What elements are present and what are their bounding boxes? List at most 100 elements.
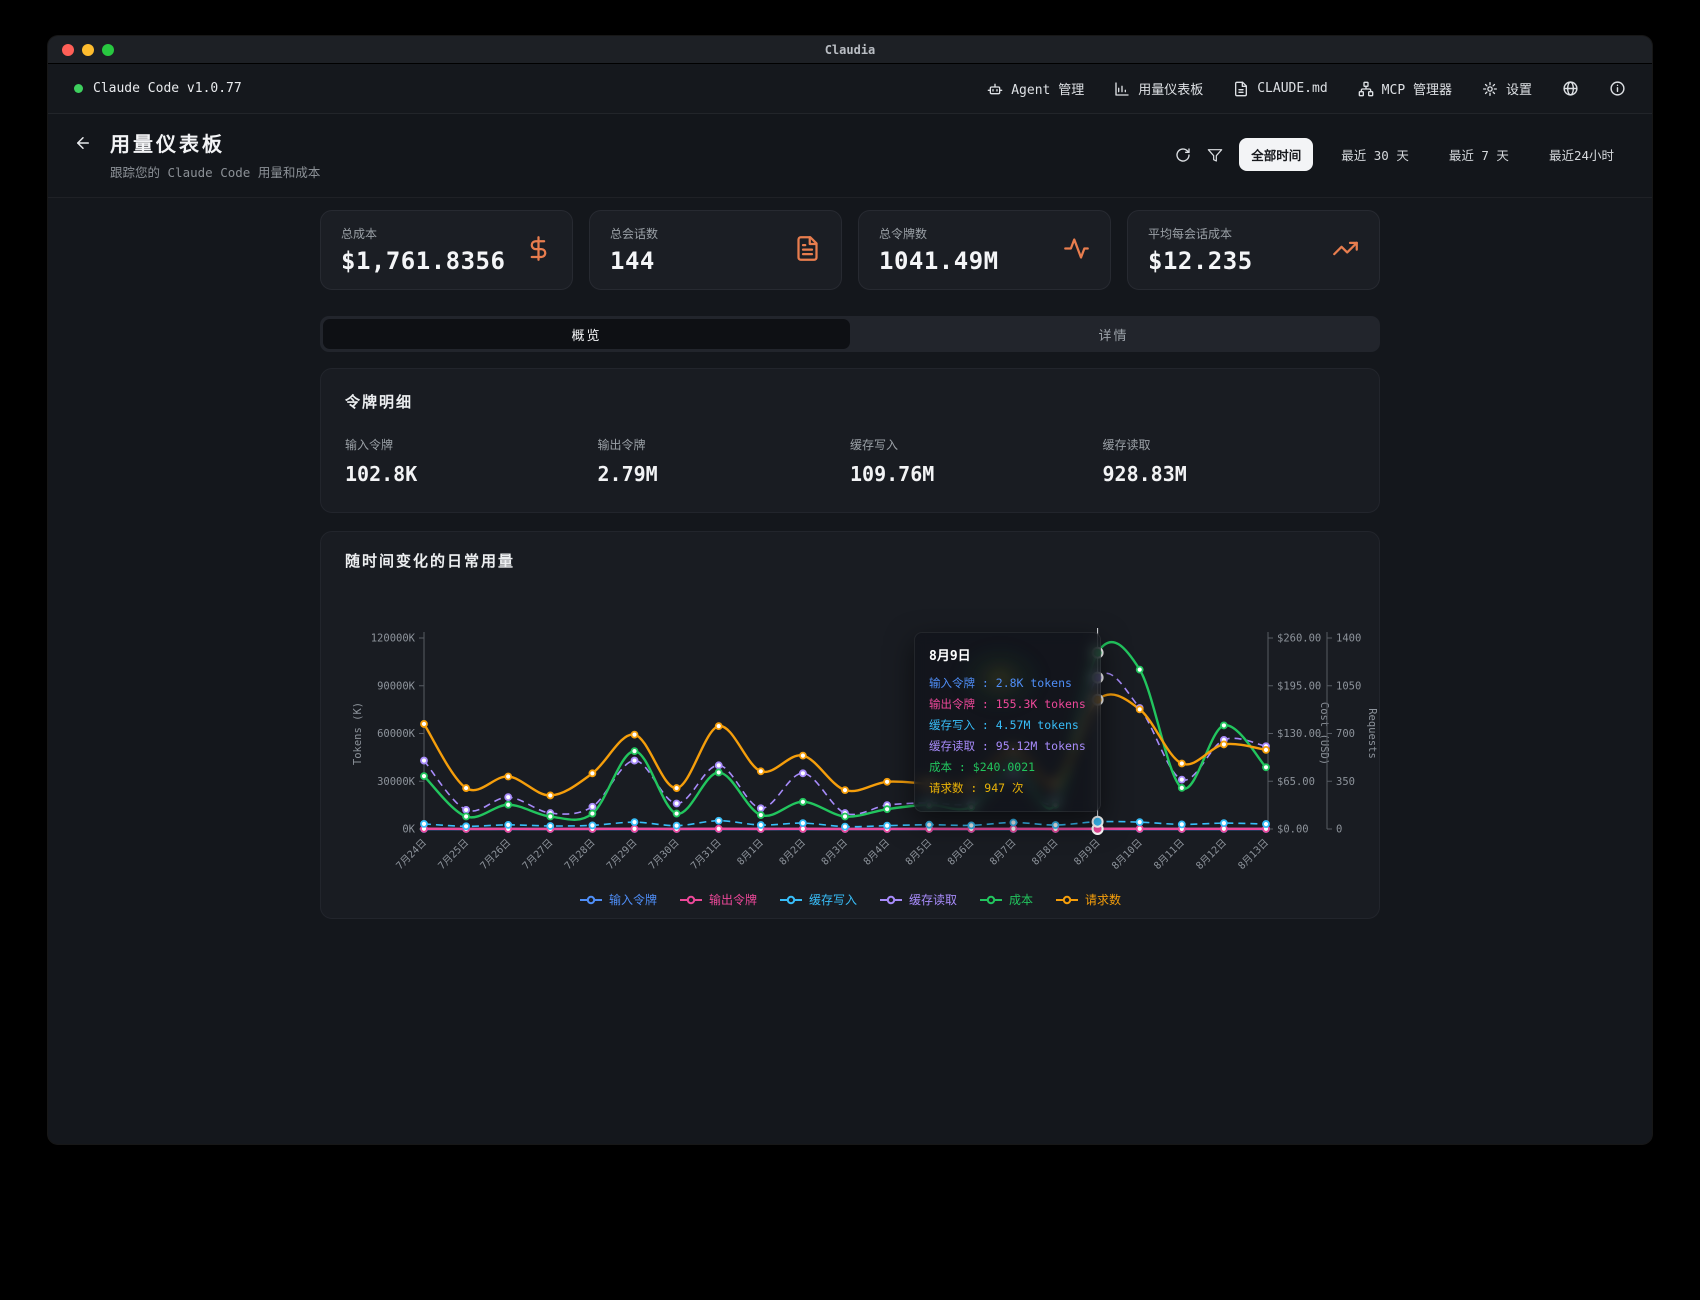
- breakdown-item-input: 输入令牌 102.8K: [345, 436, 598, 486]
- breakdown-item-cache-write: 缓存写入 109.76M: [850, 436, 1103, 486]
- range-button-all-time[interactable]: 全部时间: [1239, 138, 1313, 171]
- window-title: Claudia: [825, 43, 876, 57]
- app-window: Claudia Claude Code v1.0.77 Agent 管理 用量仪…: [48, 36, 1652, 1144]
- stat-value: 1041.49M: [879, 247, 999, 275]
- svg-text:30000K: 30000K: [377, 776, 416, 788]
- tooltip-row-cache-read: 缓存读取 : 95.12M tokens: [929, 736, 1086, 757]
- bar-chart-icon: [1114, 81, 1130, 97]
- bot-icon: [987, 81, 1003, 97]
- nav-item-label: Agent 管理: [1011, 79, 1084, 98]
- svg-text:$195.00: $195.00: [1277, 680, 1321, 692]
- svg-text:8月7日: 8月7日: [987, 837, 1018, 868]
- range-button-7d[interactable]: 最近 7 天: [1437, 138, 1521, 171]
- nav-item-agents[interactable]: Agent 管理: [987, 79, 1084, 98]
- traffic-lights: [62, 44, 114, 56]
- svg-text:8月9日: 8月9日: [1072, 837, 1103, 868]
- network-icon: [1358, 81, 1374, 97]
- filter-icon[interactable]: [1207, 147, 1223, 163]
- nav-item-settings[interactable]: 设置: [1482, 79, 1532, 98]
- breakdown-label: 缓存写入: [850, 436, 1103, 453]
- legend-marker-icon: [679, 895, 703, 905]
- refresh-icon[interactable]: [1175, 147, 1191, 163]
- tooltip-row-requests: 请求数 : 947 次: [929, 778, 1086, 799]
- legend-item[interactable]: 请求数: [1055, 891, 1121, 908]
- tab-details[interactable]: 详情: [850, 319, 1377, 349]
- svg-text:7月30日: 7月30日: [646, 837, 681, 872]
- svg-text:1050: 1050: [1336, 680, 1361, 692]
- legend-marker-icon: [979, 895, 1003, 905]
- dollar-icon: [525, 235, 552, 266]
- stat-card-total-sessions: 总会话数 144: [589, 210, 842, 290]
- legend-item[interactable]: 输出令牌: [679, 891, 757, 908]
- svg-text:Requests: Requests: [1366, 708, 1378, 759]
- nav-item-label: 设置: [1506, 79, 1532, 98]
- zoom-window-button[interactable]: [102, 44, 114, 56]
- svg-text:Tokens (K): Tokens (K): [352, 702, 364, 765]
- tooltip-row-input: 输入令牌 : 2.8K tokens: [929, 673, 1086, 694]
- legend-marker-icon: [779, 895, 803, 905]
- tooltip-row-cache-write: 缓存写入 : 4.57M tokens: [929, 715, 1086, 736]
- stat-value: $12.235: [1148, 247, 1253, 275]
- file-text-icon: [1233, 81, 1249, 97]
- close-window-button[interactable]: [62, 44, 74, 56]
- overview-details-tabs: 概览 详情: [320, 316, 1380, 352]
- top-navbar: Claude Code v1.0.77 Agent 管理 用量仪表板 CLAUD…: [48, 64, 1652, 114]
- page-title: 用量仪表板: [110, 128, 320, 157]
- svg-text:$65.00: $65.00: [1277, 776, 1315, 788]
- legend-label: 缓存写入: [809, 891, 857, 908]
- titlebar: Claudia: [48, 36, 1652, 64]
- breakdown-value: 928.83M: [1103, 462, 1356, 486]
- chart-tooltip: 8月9日 输入令牌 : 2.8K tokens 输出令牌 : 155.3K to…: [914, 632, 1101, 812]
- breakdown-label: 输出令牌: [598, 436, 851, 453]
- stat-label: 总成本: [341, 225, 505, 242]
- stat-card-total-cost: 总成本 $1,761.8356: [320, 210, 573, 290]
- svg-text:90000K: 90000K: [377, 680, 416, 692]
- svg-text:350: 350: [1336, 776, 1355, 788]
- svg-text:8月1日: 8月1日: [735, 837, 766, 868]
- stat-value: 144: [610, 247, 658, 275]
- nav-item-usage-dashboard[interactable]: 用量仪表板: [1114, 79, 1203, 98]
- nav-item-mcp-manager[interactable]: MCP 管理器: [1358, 79, 1452, 98]
- info-icon[interactable]: [1609, 80, 1626, 97]
- range-button-24h[interactable]: 最近24小时: [1537, 138, 1626, 171]
- legend-item[interactable]: 成本: [979, 891, 1033, 908]
- chart-legend: 输入令牌 输出令牌 缓存写入 缓存读取 成本 请求数: [321, 891, 1379, 908]
- minimize-window-button[interactable]: [82, 44, 94, 56]
- nav-item-label: 用量仪表板: [1138, 79, 1203, 98]
- svg-text:8月6日: 8月6日: [945, 837, 976, 868]
- svg-text:7月26日: 7月26日: [478, 837, 513, 872]
- svg-text:8月4日: 8月4日: [861, 837, 892, 868]
- legend-item[interactable]: 输入令牌: [579, 891, 657, 908]
- stat-value: $1,761.8356: [341, 247, 505, 275]
- svg-text:7月27日: 7月27日: [520, 837, 555, 872]
- tooltip-row-output: 输出令牌 : 155.3K tokens: [929, 694, 1086, 715]
- svg-text:8月8日: 8月8日: [1029, 837, 1060, 868]
- svg-text:7月24日: 7月24日: [394, 837, 429, 872]
- svg-text:7月25日: 7月25日: [436, 837, 471, 872]
- svg-text:8月5日: 8月5日: [903, 837, 934, 868]
- stat-card-avg-cost-per-session: 平均每会话成本 $12.235: [1127, 210, 1380, 290]
- svg-text:0K: 0K: [402, 824, 415, 836]
- legend-label: 缓存读取: [909, 891, 957, 908]
- app-status: Claude Code v1.0.77: [74, 81, 242, 96]
- back-button[interactable]: [74, 134, 92, 155]
- legend-item[interactable]: 缓存写入: [779, 891, 857, 908]
- svg-text:8月10日: 8月10日: [1109, 837, 1144, 872]
- globe-icon[interactable]: [1562, 80, 1579, 97]
- legend-marker-icon: [1055, 895, 1079, 905]
- legend-label: 输入令牌: [609, 891, 657, 908]
- svg-text:700: 700: [1336, 728, 1355, 740]
- legend-item[interactable]: 缓存读取: [879, 891, 957, 908]
- tooltip-row-cost: 成本 : $240.0021: [929, 757, 1086, 778]
- tab-overview[interactable]: 概览: [323, 319, 850, 349]
- usage-chart[interactable]: 0K30000K60000K90000K120000KTokens (K)$0.…: [321, 577, 1381, 889]
- nav-item-label: MCP 管理器: [1382, 79, 1452, 98]
- nav-item-claude-md[interactable]: CLAUDE.md: [1233, 81, 1327, 97]
- svg-text:$130.00: $130.00: [1277, 728, 1321, 740]
- activity-icon: [1063, 235, 1090, 266]
- file-text-icon: [794, 235, 821, 266]
- svg-text:8月12日: 8月12日: [1194, 837, 1229, 872]
- breakdown-value: 102.8K: [345, 462, 598, 486]
- range-button-30d[interactable]: 最近 30 天: [1329, 138, 1421, 171]
- breakdown-value: 2.79M: [598, 462, 851, 486]
